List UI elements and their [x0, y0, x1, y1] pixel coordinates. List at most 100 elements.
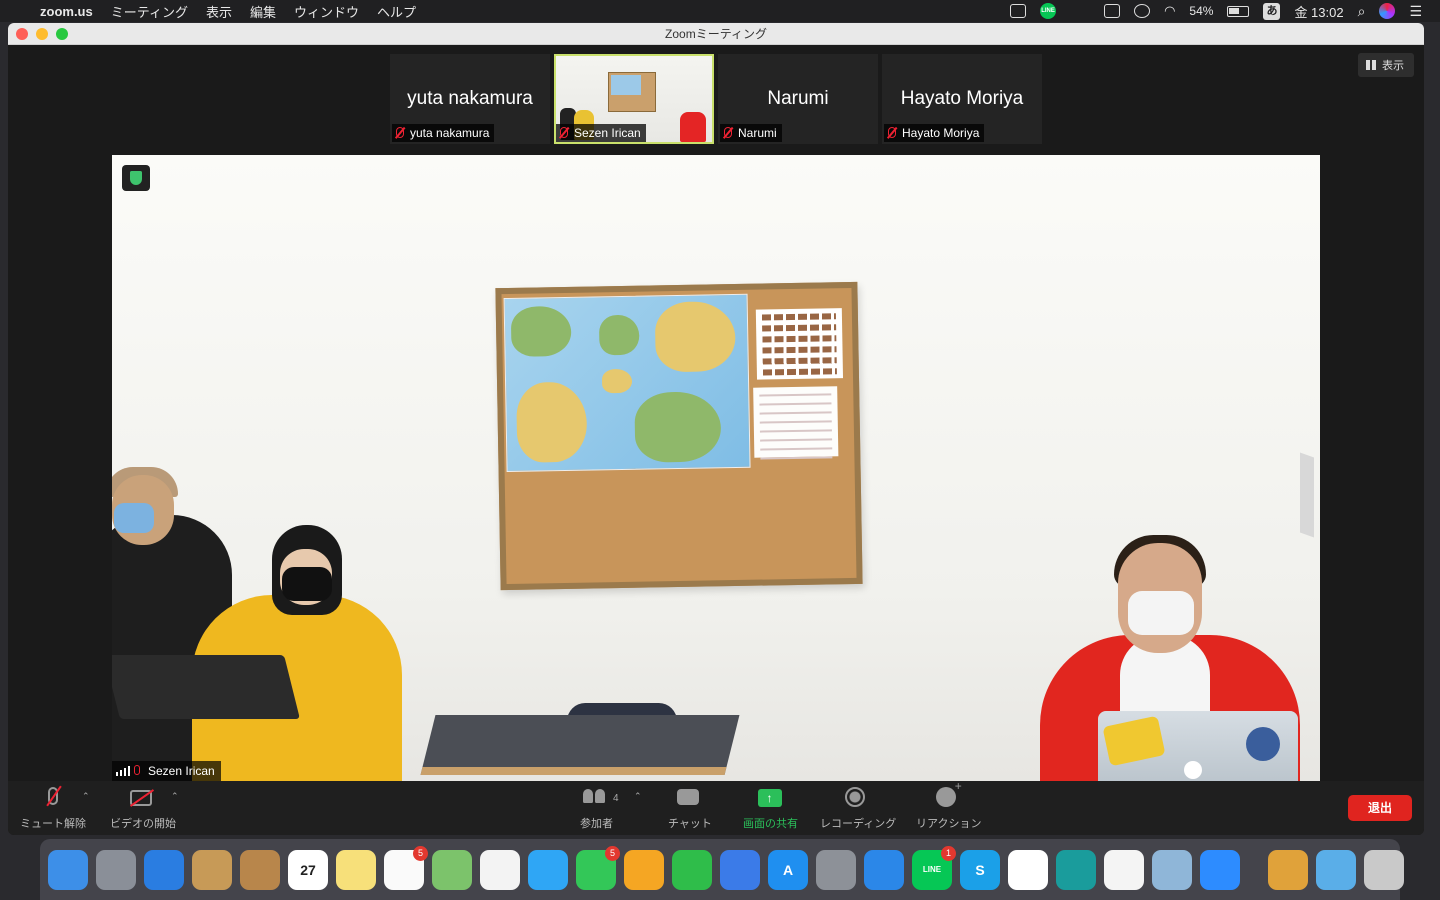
participant-tile-narumi[interactable]: Narumi Narumi	[718, 54, 878, 144]
start-video-button[interactable]: ビデオの開始	[110, 787, 176, 831]
keynote-icon[interactable]	[720, 849, 760, 890]
grid-icon	[1366, 60, 1376, 70]
participant-display-name: Hayato Moriya	[900, 88, 1024, 109]
app-menu[interactable]: zoom.us	[40, 4, 93, 19]
participant-display-name: yuta nakamura	[407, 88, 533, 109]
muted-mic-icon	[134, 765, 140, 775]
chrome-icon[interactable]	[1104, 849, 1144, 890]
trash-icon[interactable]	[1364, 849, 1404, 890]
launchpad-icon[interactable]	[96, 849, 136, 890]
dock-app-glyph: 27	[300, 861, 316, 878]
control-center-icon[interactable]: ☰	[1409, 3, 1422, 20]
participants-button[interactable]: 参加者	[580, 787, 613, 831]
edge-icon[interactable]	[1056, 849, 1096, 890]
slack-icon[interactable]	[1008, 849, 1048, 890]
participant-tile-hayato[interactable]: Hayato Moriya Hayato Moriya	[882, 54, 1042, 144]
record-icon	[845, 787, 866, 807]
minimize-window-button[interactable]	[36, 27, 48, 40]
battery-icon[interactable]	[1227, 5, 1250, 17]
bookmark-icon[interactable]	[864, 849, 904, 890]
menubar: zoom.us ミーティング 表示 編集 ウィンドウ ヘルプ LINE ◠ 54…	[0, 0, 1440, 22]
safari-icon[interactable]	[144, 849, 184, 890]
finder-icon[interactable]	[48, 849, 88, 890]
participant-display-name: Narumi	[767, 88, 829, 109]
screen-icon[interactable]	[1104, 4, 1121, 18]
preview-icon[interactable]	[1152, 849, 1192, 890]
ime-icon[interactable]: あ	[1263, 2, 1281, 20]
close-window-button[interactable]	[16, 27, 28, 40]
video-options-caret-icon[interactable]: ⌃	[171, 791, 179, 802]
muted-mic-icon	[560, 127, 568, 138]
line-app-icon[interactable]: LINE 1	[912, 845, 956, 890]
calendar-icon[interactable]: 27	[288, 849, 328, 890]
notification-badge: 5	[413, 845, 428, 861]
reactions-button[interactable]: リアクション	[916, 779, 981, 831]
participant-tile-sezen[interactable]: Sezen Irican	[554, 54, 714, 144]
mail-icon[interactable]	[192, 849, 232, 890]
menu-meeting[interactable]: ミーティング	[111, 2, 188, 21]
audio-options-caret-icon[interactable]: ⌃	[82, 791, 90, 802]
app-store-icon[interactable]: A	[768, 849, 808, 890]
participant-name-label: Narumi	[720, 124, 782, 142]
participants-icon	[582, 789, 611, 803]
photos-icon[interactable]	[480, 849, 520, 890]
participant-tile-yuta[interactable]: yuta nakamura yuta nakamura	[390, 54, 550, 144]
messages-icon[interactable]	[528, 849, 568, 890]
wifi-icon[interactable]: ◠	[1164, 3, 1175, 19]
line-icon[interactable]: LINE	[1040, 3, 1057, 19]
participants-options-caret-icon[interactable]: ⌃	[634, 791, 642, 802]
dock: 27 5 5 A LINE 1 S	[40, 839, 1404, 900]
facetime-icon[interactable]: 5	[576, 845, 620, 890]
archive-icon[interactable]	[1268, 849, 1308, 890]
menu-window[interactable]: ウィンドウ	[294, 2, 359, 21]
menu-help[interactable]: ヘルプ	[377, 2, 416, 21]
system-preferences-icon[interactable]	[816, 849, 856, 890]
maps-icon[interactable]	[432, 849, 472, 890]
reactions-icon	[935, 779, 962, 807]
notes-icon[interactable]	[336, 849, 376, 890]
participant-name-label: Sezen Irican	[556, 124, 646, 142]
window-titlebar[interactable]: Zoomミーティング	[8, 23, 1424, 45]
active-speaker-video[interactable]: Sezen Irican	[112, 155, 1320, 781]
muted-mic-icon	[396, 127, 404, 138]
skype-icon[interactable]: S	[960, 849, 1000, 890]
zoom-video-icon[interactable]	[1010, 4, 1027, 18]
leave-meeting-button[interactable]: 退出	[1348, 795, 1412, 821]
participant-name-label: yuta nakamura	[392, 124, 495, 142]
numbers-icon[interactable]	[672, 849, 712, 890]
view-button[interactable]: 表示	[1358, 53, 1414, 77]
meeting-toolbar: ミュート解除 ⌃ ビデオの開始 ⌃ 参加者 4 ⌃ チャット ↑ 画面の共有 レ…	[8, 779, 1424, 835]
notification-badge: 1	[941, 845, 956, 861]
notification-badge: 5	[605, 845, 620, 861]
zoom-window: Zoomミーティング yuta nakamura yuta nakamura S…	[8, 23, 1424, 835]
share-screen-icon: ↑	[757, 789, 782, 807]
pages-icon[interactable]	[624, 849, 664, 890]
dock-app-glyph: S	[975, 861, 985, 878]
share-screen-button[interactable]: ↑ 画面の共有	[743, 787, 798, 831]
encryption-shield-icon[interactable]	[122, 165, 150, 191]
record-button[interactable]: レコーディング	[820, 787, 896, 831]
speaker-name-label: Sezen Irican	[112, 761, 221, 781]
fullscreen-window-button[interactable]	[56, 27, 68, 40]
dock-app-glyph: LINE	[922, 865, 942, 874]
clock[interactable]: 金 13:02	[1294, 2, 1343, 21]
chat-button[interactable]: チャット	[668, 787, 712, 831]
zoom-icon[interactable]	[1200, 849, 1240, 890]
siri-icon[interactable]	[1379, 3, 1396, 19]
contacts-icon[interactable]	[240, 849, 280, 890]
applications-folder-icon[interactable]	[1316, 849, 1356, 890]
menu-edit[interactable]: 編集	[250, 2, 276, 21]
dock-app-glyph: A	[782, 861, 794, 878]
muted-mic-icon	[724, 127, 732, 138]
unmute-button[interactable]: ミュート解除	[20, 787, 86, 831]
battery-percent: 54%	[1189, 4, 1214, 18]
microphone-muted-icon	[48, 787, 58, 805]
reminders-icon[interactable]: 5	[384, 845, 428, 890]
chat-icon	[676, 789, 699, 805]
menu-view[interactable]: 表示	[206, 2, 232, 21]
dnd-icon[interactable]	[1134, 4, 1151, 18]
window-title: Zoomミーティング	[665, 27, 767, 41]
participant-name-label: Hayato Moriya	[884, 124, 985, 142]
search-icon[interactable]: ⌕	[1358, 3, 1366, 20]
muted-mic-icon	[888, 127, 896, 138]
